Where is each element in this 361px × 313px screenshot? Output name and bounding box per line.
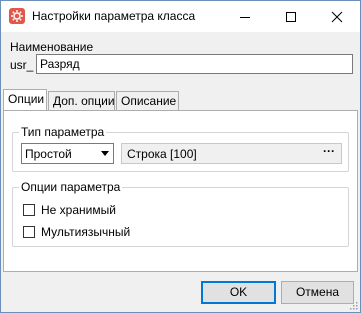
dialog-window: Настройки параметра класса Наименование … xyxy=(0,0,361,313)
name-input[interactable]: Разряд xyxy=(36,54,353,74)
close-button[interactable] xyxy=(314,1,360,32)
browse-type-button[interactable]: ··· xyxy=(323,144,335,158)
size-grip-icon[interactable] xyxy=(348,300,358,310)
param-type-value: Строка [100] xyxy=(127,147,197,161)
tab-description-label: Описание xyxy=(121,94,177,108)
ok-button[interactable]: OK xyxy=(201,281,276,304)
dropdown-arrow-icon[interactable] xyxy=(96,144,113,163)
param-kind-select[interactable]: Простой xyxy=(21,143,114,164)
close-icon xyxy=(331,11,343,23)
app-icon xyxy=(9,8,25,24)
title-bar[interactable]: Настройки параметра класса xyxy=(1,1,360,32)
tab-description[interactable]: Описание xyxy=(116,91,179,110)
not-stored-checkbox[interactable] xyxy=(23,204,35,216)
minimize-icon xyxy=(240,17,250,18)
param-kind-selected: Простой xyxy=(25,147,72,161)
param-type-group: Тип параметра Простой Строка [100] ··· xyxy=(12,125,349,172)
multilingual-label[interactable]: Мультиязычный xyxy=(41,225,130,239)
tab-options[interactable]: Опции xyxy=(3,89,47,110)
minimize-button[interactable] xyxy=(222,1,268,32)
multilingual-checkbox[interactable] xyxy=(23,226,35,238)
param-type-field[interactable]: Строка [100] ··· xyxy=(121,143,342,164)
param-options-group: Опции параметра Не хранимый Мультиязычны… xyxy=(12,180,349,247)
name-label: Наименование xyxy=(10,40,94,54)
maximize-button[interactable] xyxy=(268,1,314,32)
not-stored-label[interactable]: Не хранимый xyxy=(41,203,116,217)
maximize-icon xyxy=(286,12,296,22)
name-prefix: usr_ xyxy=(10,58,34,72)
name-input-value: Разряд xyxy=(40,57,80,71)
tab-strip: Опции Доп. опции Описание xyxy=(1,89,360,111)
tab-extra-options[interactable]: Доп. опции xyxy=(48,91,115,110)
tab-extra-options-label: Доп. опции xyxy=(53,94,115,108)
param-options-group-title: Опции параметра xyxy=(19,180,123,194)
tab-panel-options: Тип параметра Простой Строка [100] ··· О… xyxy=(3,110,358,272)
param-type-group-title: Тип параметра xyxy=(19,125,107,139)
cancel-button[interactable]: Отмена xyxy=(281,281,354,304)
window-title: Настройки параметра класса xyxy=(32,9,196,23)
tab-options-label: Опции xyxy=(8,92,45,106)
